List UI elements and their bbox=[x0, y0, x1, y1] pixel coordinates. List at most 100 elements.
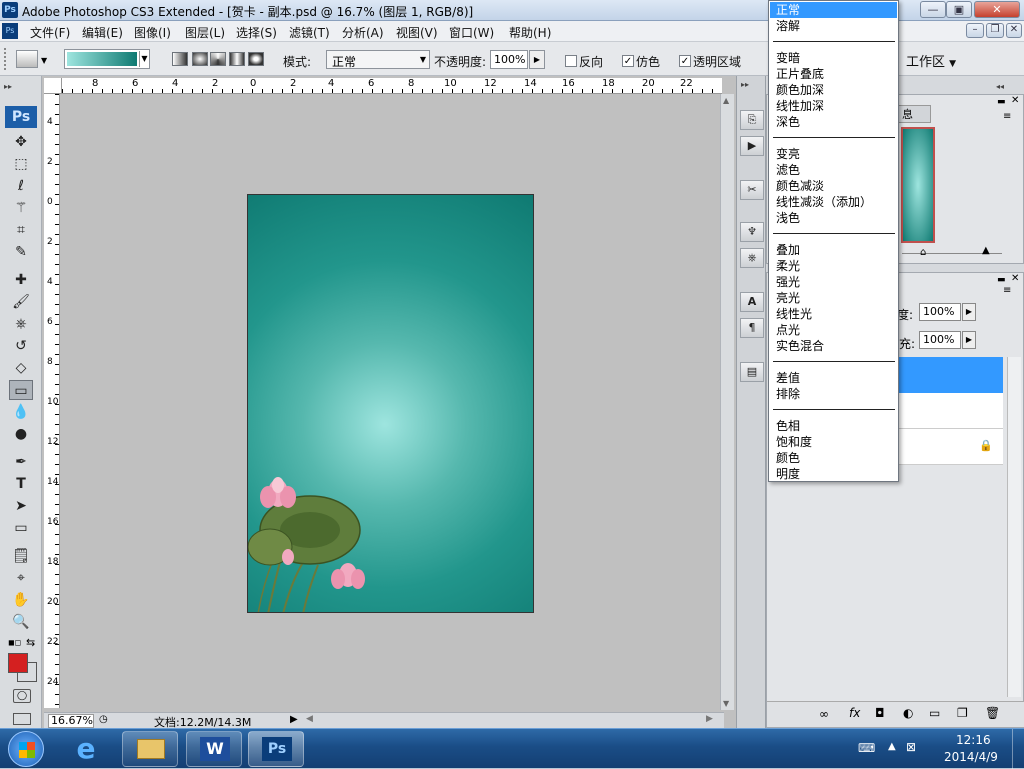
ps-logo[interactable]: Ps bbox=[5, 106, 37, 128]
word-taskbar-button[interactable]: W bbox=[186, 731, 242, 767]
grip-handle[interactable] bbox=[4, 48, 8, 70]
slice-tool-icon[interactable]: ✎ bbox=[9, 242, 33, 262]
link-layers-icon[interactable]: ∞ bbox=[819, 707, 829, 721]
type-tool-icon[interactable]: T bbox=[9, 474, 33, 494]
tray-expand-icon[interactable]: ▲ bbox=[888, 741, 896, 752]
adjustment-layer-icon[interactable]: ◐ bbox=[903, 706, 913, 720]
tool-presets-icon[interactable]: ✂ bbox=[740, 180, 764, 200]
move-tool-icon[interactable]: ✥ bbox=[9, 132, 33, 152]
screen-mode-icon[interactable] bbox=[13, 713, 31, 725]
transparency-checkbox[interactable]: ✓ bbox=[679, 55, 691, 67]
keyboard-icon[interactable]: ⌨ bbox=[858, 741, 875, 755]
default-colors-icon[interactable]: ◼◻ bbox=[8, 638, 21, 647]
layer-fill-input[interactable]: 100% bbox=[919, 331, 961, 349]
reverse-checkbox[interactable] bbox=[565, 55, 577, 67]
healing-brush-tool-icon[interactable]: ✚ bbox=[9, 270, 33, 290]
layer-row[interactable] bbox=[899, 393, 1003, 429]
scroll-up-arrow-icon[interactable]: ▲ bbox=[723, 96, 729, 105]
start-button[interactable] bbox=[8, 731, 44, 767]
blend-option-darken[interactable]: 变暗 bbox=[770, 50, 897, 66]
clone-stamp-tool-icon[interactable]: ⎈ bbox=[9, 314, 33, 334]
angle-gradient-icon[interactable] bbox=[210, 52, 226, 66]
clock-date[interactable]: 2014/4/9 bbox=[944, 750, 998, 764]
blend-option-color-burn[interactable]: 颜色加深 bbox=[770, 82, 897, 98]
vertical-scrollbar[interactable]: ▲ ▼ bbox=[720, 94, 734, 710]
menu-help[interactable]: 帮助(H) bbox=[509, 24, 551, 41]
blend-option-linear-dodge[interactable]: 线性减淡（添加） bbox=[770, 194, 897, 210]
marquee-tool-icon[interactable]: ⬚ bbox=[9, 154, 33, 174]
add-mask-icon[interactable]: ◘ bbox=[875, 706, 885, 720]
gradient-tool-icon[interactable]: ▭ bbox=[9, 380, 33, 400]
zoom-in-icon[interactable]: ▲ bbox=[982, 245, 990, 256]
blend-option-hard-light[interactable]: 强光 bbox=[770, 274, 897, 290]
radial-gradient-icon[interactable] bbox=[192, 52, 208, 66]
paragraph-panel-icon[interactable]: ¶ bbox=[740, 318, 764, 338]
maximize-button[interactable]: ▣ bbox=[946, 1, 972, 18]
blend-option-lighten[interactable]: 变亮 bbox=[770, 146, 897, 162]
swap-colors-icon[interactable]: ⇆ bbox=[26, 636, 35, 649]
menu-file[interactable]: 文件(F) bbox=[30, 24, 70, 41]
pen-tool-icon[interactable]: ✒ bbox=[9, 452, 33, 472]
blur-tool-icon[interactable]: 💧 bbox=[9, 402, 33, 422]
show-desktop-button[interactable] bbox=[1012, 729, 1024, 769]
dodge-tool-icon[interactable]: ● bbox=[9, 424, 33, 444]
chevron-down-icon[interactable]: ▼ bbox=[41, 56, 47, 65]
blend-option-color-dodge[interactable]: 颜色减淡 bbox=[770, 178, 897, 194]
layer-row-background[interactable]: 🔒 bbox=[899, 429, 1003, 465]
reflected-gradient-icon[interactable] bbox=[229, 52, 245, 66]
blend-option-soft-light[interactable]: 柔光 bbox=[770, 258, 897, 274]
blend-option-normal[interactable]: 正常 bbox=[770, 2, 897, 18]
blend-option-multiply[interactable]: 正片叠底 bbox=[770, 66, 897, 82]
doc-minimize-button[interactable]: – bbox=[966, 23, 984, 38]
shape-tool-icon[interactable]: ▭ bbox=[9, 518, 33, 538]
panel-minimize-icon[interactable]: ▬ bbox=[997, 275, 1006, 285]
brushes-panel-icon[interactable]: ♆ bbox=[740, 222, 764, 242]
zoom-slider-thumb[interactable]: ⌂ bbox=[920, 247, 926, 258]
path-selection-tool-icon[interactable]: ➤ bbox=[9, 496, 33, 516]
mode-select[interactable]: 正常 ▼ bbox=[326, 50, 430, 69]
panel-close-icon[interactable]: ✕ bbox=[1011, 273, 1019, 284]
gradient-dropdown-arrow-icon[interactable]: ▼ bbox=[139, 51, 149, 67]
panel-close-icon[interactable]: ✕ bbox=[1011, 95, 1019, 106]
minimize-button[interactable]: — bbox=[920, 1, 946, 18]
panel-menu-icon[interactable]: ≡ bbox=[1003, 111, 1011, 122]
linear-gradient-icon[interactable] bbox=[172, 52, 188, 66]
blend-option-luminosity[interactable]: 明度 bbox=[770, 466, 897, 482]
eyedropper-tool-icon[interactable]: ⌖ bbox=[9, 568, 33, 588]
blend-option-screen[interactable]: 滤色 bbox=[770, 162, 897, 178]
foreground-color-swatch[interactable] bbox=[8, 653, 28, 673]
blend-option-exclusion[interactable]: 排除 bbox=[770, 386, 897, 402]
fx-icon[interactable]: fx bbox=[849, 706, 860, 720]
blend-option-saturation[interactable]: 饱和度 bbox=[770, 434, 897, 450]
menu-edit[interactable]: 编辑(E) bbox=[82, 24, 123, 41]
new-group-icon[interactable]: ▭ bbox=[929, 706, 940, 720]
panel-menu-icon[interactable]: ≡ bbox=[1003, 285, 1011, 296]
ruler-origin[interactable] bbox=[44, 78, 62, 94]
horizontal-ruler[interactable]: 8 6 4 2 0 2 4 6 8 10 12 14 16 18 20 22 bbox=[62, 78, 722, 94]
notes-tool-icon[interactable]: 🗒 bbox=[9, 546, 33, 566]
eraser-tool-icon[interactable]: ◇ bbox=[9, 358, 33, 378]
status-info-icon[interactable]: ◷ bbox=[99, 714, 108, 725]
brush-tool-icon[interactable]: 🖌 bbox=[9, 292, 33, 312]
menu-select[interactable]: 选择(S) bbox=[236, 24, 277, 41]
status-menu-arrow-icon[interactable]: ▶ bbox=[290, 714, 298, 725]
menu-image[interactable]: 图像(I) bbox=[134, 24, 171, 41]
blend-option-pin-light[interactable]: 点光 bbox=[770, 322, 897, 338]
clone-source-icon[interactable]: ⎈ bbox=[740, 248, 764, 268]
scroll-right-arrow-icon[interactable]: ▶ bbox=[706, 714, 713, 724]
history-brush-tool-icon[interactable]: ↺ bbox=[9, 336, 33, 356]
blend-option-darker-color[interactable]: 深色 bbox=[770, 114, 897, 130]
opacity-slider-arrow-icon[interactable]: ▶ bbox=[962, 303, 976, 321]
crop-tool-icon[interactable]: ⌗ bbox=[9, 220, 33, 240]
delete-layer-icon[interactable]: 🗑 bbox=[985, 706, 1000, 720]
close-button[interactable]: ✕ bbox=[974, 1, 1020, 18]
document-canvas[interactable] bbox=[247, 194, 534, 613]
vertical-ruler[interactable]: 4 2 0 2 4 6 8 10 12 14 16 18 20 22 24 bbox=[44, 94, 60, 708]
tool-preset-icon[interactable] bbox=[16, 50, 38, 68]
new-layer-icon[interactable]: ❐ bbox=[957, 706, 968, 720]
ps-menu-icon[interactable]: Ps bbox=[2, 23, 18, 39]
zoom-tool-icon[interactable]: 🔍 bbox=[9, 612, 33, 632]
blend-option-linear-light[interactable]: 线性光 bbox=[770, 306, 897, 322]
layer-opacity-input[interactable]: 100% bbox=[919, 303, 961, 321]
blend-option-dissolve[interactable]: 溶解 bbox=[770, 18, 897, 34]
